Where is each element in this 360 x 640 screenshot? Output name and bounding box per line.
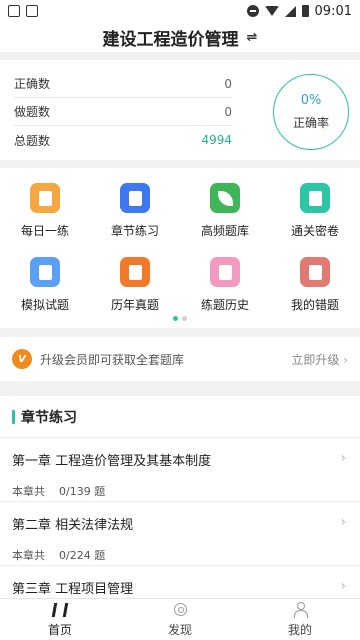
mock-exam-icon [30,257,60,287]
chapter-name: 第三章 工程项目管理 [12,582,134,597]
chevron-right-icon: › [340,514,346,530]
past-exam-icon [120,257,150,287]
feature-grid: 每日一练 章节练习 高频题库 通关密卷 模拟试题 历年真题 练题历史 我的错题 [0,168,360,328]
text-notification-icon [26,5,38,17]
daily-practice-icon [30,183,60,213]
chapter-count-prefix: 本章共 [12,485,45,498]
chapter-practice-icon [120,183,150,213]
chevron-right-icon: › [340,578,346,594]
stat-row-correct: 正确数 0 [14,70,232,98]
do-not-disturb-icon [246,5,259,17]
bottom-tab-bar: 首页 发现 我的 [0,598,360,640]
tab-profile[interactable]: 我的 [240,599,360,640]
app-header: 建设工程造价管理 ⇌ [0,22,360,52]
section-title: 章节练习 [21,409,77,426]
chapter-name: 第二章 相关法律法规 [12,518,134,533]
battery-icon [301,5,309,17]
page-title[interactable]: 建设工程造价管理 [103,25,239,50]
stat-value: 4994 [201,133,232,147]
stats-panel: 正确数 0 做题数 0 总题数 4994 0% 正确率 [0,60,360,160]
menu-mock-exam[interactable]: 模拟试题 [0,257,90,313]
leaf-icon [210,183,240,213]
menu-past-exam[interactable]: 历年真题 [90,257,180,313]
chapter-progress: 0/224 题 [59,549,106,562]
chapter-item[interactable]: 第一章 工程造价管理及其基本制度 本章共 0/139 题 › [0,438,360,502]
chapter-name: 第一章 工程造价管理及其基本制度 [12,454,212,469]
stat-label: 总题数 [14,133,51,148]
menu-secret-paper[interactable]: 通关密卷 [270,183,360,239]
page-dot-active[interactable] [173,316,178,321]
menu-label: 模拟试题 [20,298,69,312]
chapter-item[interactable]: 第二章 相关法律法规 本章共 0/224 题 › [0,502,360,566]
stat-label: 正确数 [14,77,51,91]
upgrade-now-link[interactable]: 立即升级 [291,351,348,368]
tab-home[interactable]: 首页 [0,599,120,640]
menu-high-frequency[interactable]: 高频题库 [180,183,270,239]
menu-label: 高频题库 [200,224,249,238]
menu-label: 历年真题 [110,298,159,312]
section-accent-bar [12,409,15,424]
chapter-progress: 0/139 题 [59,485,106,498]
section-header: 章节练习 [0,396,360,438]
status-bar: 09:01 [0,0,360,22]
home-icon [51,602,69,618]
vip-badge-icon: V [12,349,32,369]
stat-value: 0 [224,104,232,119]
menu-label: 练题历史 [200,298,249,312]
stat-label: 做题数 [14,105,51,119]
switch-subject-icon[interactable]: ⇌ [247,30,258,45]
signal-icon [284,5,296,17]
menu-wrong-questions[interactable]: 我的错题 [270,257,360,313]
menu-daily-practice[interactable]: 每日一练 [0,183,90,239]
menu-label: 我的错题 [290,298,339,312]
chapter-item[interactable]: 第三章 工程项目管理 › [0,566,360,598]
chapter-section: 章节练习 第一章 工程造价管理及其基本制度 本章共 0/139 题 › 第二章 … [0,396,360,598]
accuracy-label: 正确率 [292,116,329,130]
stat-value: 0 [224,76,232,91]
chevron-right-icon: › [340,450,346,466]
chapter-meta: 本章共 0/224 题 [12,547,348,563]
menu-label: 章节练习 [110,224,159,238]
secret-paper-icon [300,183,330,213]
discover-icon [172,602,188,618]
profile-icon [292,602,308,618]
page-dot[interactable] [182,316,187,321]
stat-row-done: 做题数 0 [14,98,232,126]
wifi-icon [264,6,279,16]
wrong-questions-icon [300,257,330,287]
tab-label: 发现 [167,622,192,637]
menu-label: 每日一练 [20,224,69,238]
tab-label: 首页 [47,622,72,637]
tab-label: 我的 [287,622,312,637]
menu-chapter-practice[interactable]: 章节练习 [90,183,180,239]
accuracy-value: 0% [300,93,322,108]
upgrade-banner[interactable]: V 升级会员即可获取全套题库 立即升级 [0,337,360,381]
upgrade-text: 升级会员即可获取全套题库 [40,352,185,367]
status-time: 09:01 [314,3,352,19]
chapter-count-prefix: 本章共 [12,549,45,562]
chapter-meta: 本章共 0/139 题 [12,483,348,499]
menu-label: 通关密卷 [290,224,339,238]
menu-practice-history[interactable]: 练题历史 [180,257,270,313]
stat-row-total: 总题数 4994 [14,126,232,154]
calendar-icon [210,257,240,287]
page-indicator [173,316,187,321]
gallery-notification-icon [8,5,20,17]
tab-discover[interactable]: 发现 [120,599,240,640]
accuracy-ring: 0% 正确率 [273,74,349,150]
